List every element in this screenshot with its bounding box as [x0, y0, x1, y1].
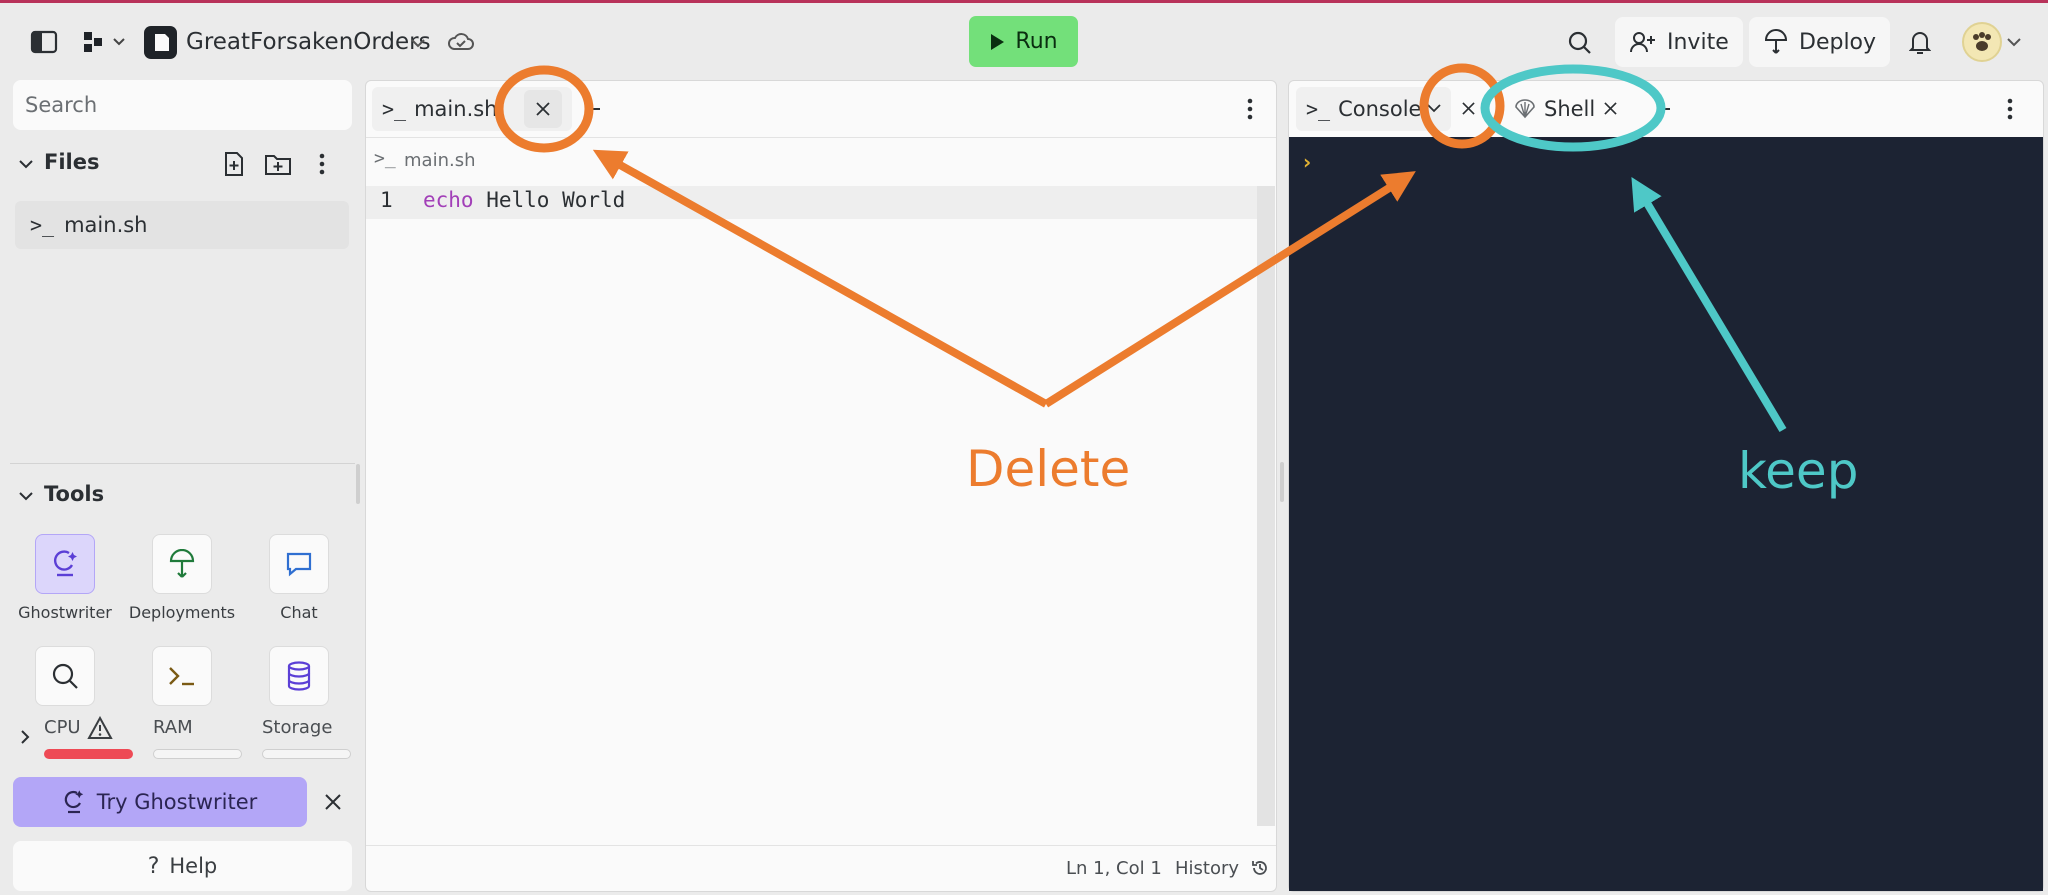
delete-circle-editor: [494, 65, 594, 153]
keep-ellipse-shell: [1480, 64, 1666, 152]
delete-arrow-left: [592, 149, 1048, 408]
keep-arrow: [1631, 177, 1787, 433]
delete-arrow-right: [1043, 171, 1416, 408]
keep-annotation: keep: [1738, 442, 1859, 500]
delete-annotation: Delete: [966, 440, 1131, 498]
